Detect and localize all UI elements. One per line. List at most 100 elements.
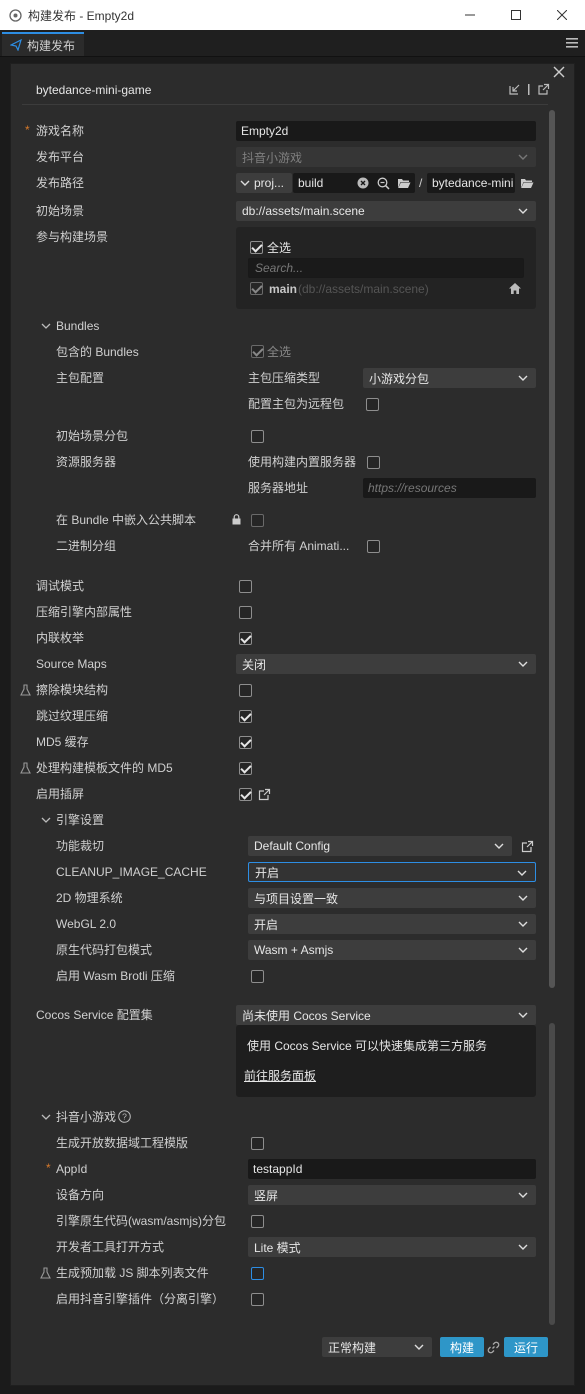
preload-js-list-checkbox[interactable] [251, 1267, 264, 1280]
cocos-app-icon [9, 8, 22, 22]
webgl2-select[interactable]: 开启 [248, 914, 536, 934]
build-path-label: 发布路径 [36, 176, 85, 190]
panel-tabbar: 构建发布 [0, 30, 585, 57]
native-subpackage-label: 引擎原生代码(wasm/asmjs)分包 [56, 1214, 226, 1228]
physics-2d-select[interactable]: 与项目设置一致 [248, 888, 536, 908]
path-proj-value: proj... [254, 176, 285, 190]
wasm-brotli-checkbox[interactable] [251, 970, 264, 983]
inline-enum-checkbox[interactable] [239, 632, 252, 645]
import-icon[interactable] [508, 83, 521, 96]
platform-label: 发布平台 [36, 150, 85, 164]
server-address-input[interactable]: https://resources [363, 478, 536, 498]
compress-props-label: 压缩引擎内部属性 [36, 605, 133, 619]
build-scenes-label: 参与构建场景 [36, 230, 109, 244]
appid-input[interactable]: testappId [248, 1159, 536, 1179]
scrollbar-track-lower[interactable] [549, 1023, 555, 1325]
start-scene-subpackage-checkbox[interactable] [251, 430, 264, 443]
home-icon[interactable] [508, 282, 522, 295]
window-titlebar: 构建发布 - Empty2d [0, 0, 585, 30]
help-icon[interactable]: ? [118, 1110, 131, 1123]
collapse-arrow-icon[interactable] [41, 322, 51, 330]
debug-mode-checkbox[interactable] [239, 580, 252, 593]
search-icon[interactable] [377, 177, 390, 190]
export-icon[interactable] [537, 83, 550, 96]
output-name-input[interactable]: bytedance-mini [427, 173, 515, 193]
collapse-arrow-icon[interactable] [41, 1113, 51, 1121]
edit-external-icon[interactable] [521, 840, 534, 853]
run-button[interactable]: 运行 [504, 1337, 548, 1357]
build-mode-value: 正常构建 [328, 1340, 377, 1355]
compress-type-label: 主包压缩类型 [248, 371, 321, 385]
scene-main-checkbox[interactable] [250, 282, 263, 295]
chevron-down-icon [518, 208, 528, 214]
compress-props-checkbox[interactable] [239, 606, 252, 619]
native-pack-mode-select[interactable]: Wasm + Asmjs [248, 940, 536, 960]
feature-cull-select[interactable]: Default Config [248, 836, 512, 856]
engine-plugin-checkbox[interactable] [251, 1293, 264, 1306]
select-all-label: 全选 [267, 241, 292, 255]
collapse-arrow-icon[interactable] [41, 816, 51, 824]
edit-external-icon[interactable] [258, 788, 271, 801]
chevron-down-icon [518, 1192, 528, 1198]
erase-modules-label: 擦除模块结构 [36, 683, 109, 697]
open-data-template-checkbox[interactable] [251, 1137, 264, 1150]
folder-open-icon[interactable] [397, 178, 411, 189]
folder-open-icon[interactable] [520, 178, 534, 189]
platform-name: bytedance-mini-game [36, 83, 152, 97]
native-subpackage-checkbox[interactable] [251, 1215, 264, 1228]
scene-search-input[interactable]: Search... [248, 258, 524, 278]
game-name-label: 游戏名称 [36, 124, 85, 138]
build-path-value: build [298, 176, 324, 190]
close-window-button[interactable] [539, 0, 585, 30]
inline-enum-label: 内联枚举 [36, 631, 85, 645]
cocos-service-label: Cocos Service 配置集 [36, 1008, 153, 1022]
link-icon[interactable] [487, 1341, 500, 1354]
chevron-down-icon [518, 375, 528, 381]
start-scene-select[interactable]: db://assets/main.scene [236, 201, 536, 221]
cocos-service-link[interactable]: 前往服务面板 [244, 1069, 316, 1083]
include-bundles-label: 包含的 Bundles [56, 345, 139, 359]
close-panel-icon[interactable] [553, 66, 565, 78]
cleanup-image-cache-select[interactable]: 开启 [248, 862, 536, 882]
devtools-open-mode-select[interactable]: Lite 模式 [248, 1237, 536, 1257]
md5-template-checkbox[interactable] [239, 762, 252, 775]
path-protocol-select[interactable]: proj... [236, 173, 292, 193]
compress-type-select[interactable]: 小游戏分包 [363, 368, 536, 388]
chevron-down-icon [240, 180, 250, 186]
include-bundles-checkbox [251, 345, 264, 358]
bundles-section-title: Bundles [56, 319, 100, 333]
svg-text:?: ? [122, 1112, 127, 1122]
orientation-select[interactable]: 竖屏 [248, 1185, 536, 1205]
md5-cache-label: MD5 缓存 [36, 735, 89, 749]
remote-main-checkbox[interactable] [366, 398, 379, 411]
path-separator: / [419, 176, 423, 190]
md5-cache-checkbox[interactable] [239, 736, 252, 749]
maximize-button[interactable] [493, 0, 539, 30]
build-button[interactable]: 构建 [440, 1337, 484, 1357]
minimize-button[interactable] [447, 0, 493, 30]
scrollbar-thumb[interactable] [549, 110, 555, 988]
cocos-service-select[interactable]: 尚未使用 Cocos Service [236, 1005, 536, 1025]
splash-checkbox[interactable] [239, 788, 252, 801]
cocos-service-value: 尚未使用 Cocos Service [242, 1008, 371, 1023]
merge-animation-checkbox[interactable] [367, 540, 380, 553]
clear-icon[interactable] [357, 177, 369, 189]
select-all-scenes-checkbox[interactable] [250, 241, 263, 254]
cleanup-image-cache-value: 开启 [255, 865, 280, 880]
hamburger-menu-icon[interactable] [566, 38, 578, 48]
source-maps-select[interactable]: 关闭 [236, 654, 536, 674]
required-marker: * [25, 123, 30, 137]
scene-path: (db://assets/main.scene) [298, 282, 429, 296]
wasm-brotli-label: 启用 Wasm Brotli 压缩 [56, 969, 175, 983]
tab-build-publish[interactable]: 构建发布 [2, 32, 84, 56]
skip-texture-compress-checkbox[interactable] [239, 710, 252, 723]
physics-2d-label: 2D 物理系统 [56, 891, 123, 905]
builtin-server-checkbox[interactable] [367, 456, 380, 469]
build-mode-select[interactable]: 正常构建 [322, 1337, 432, 1357]
start-scene-subpackage-label: 初始场景分包 [56, 429, 129, 443]
feature-cull-value: Default Config [254, 839, 331, 853]
header-divider [528, 84, 530, 95]
embed-common-script-checkbox [251, 514, 264, 527]
game-name-input[interactable]: Empty2d [236, 121, 536, 141]
erase-modules-checkbox[interactable] [239, 684, 252, 697]
